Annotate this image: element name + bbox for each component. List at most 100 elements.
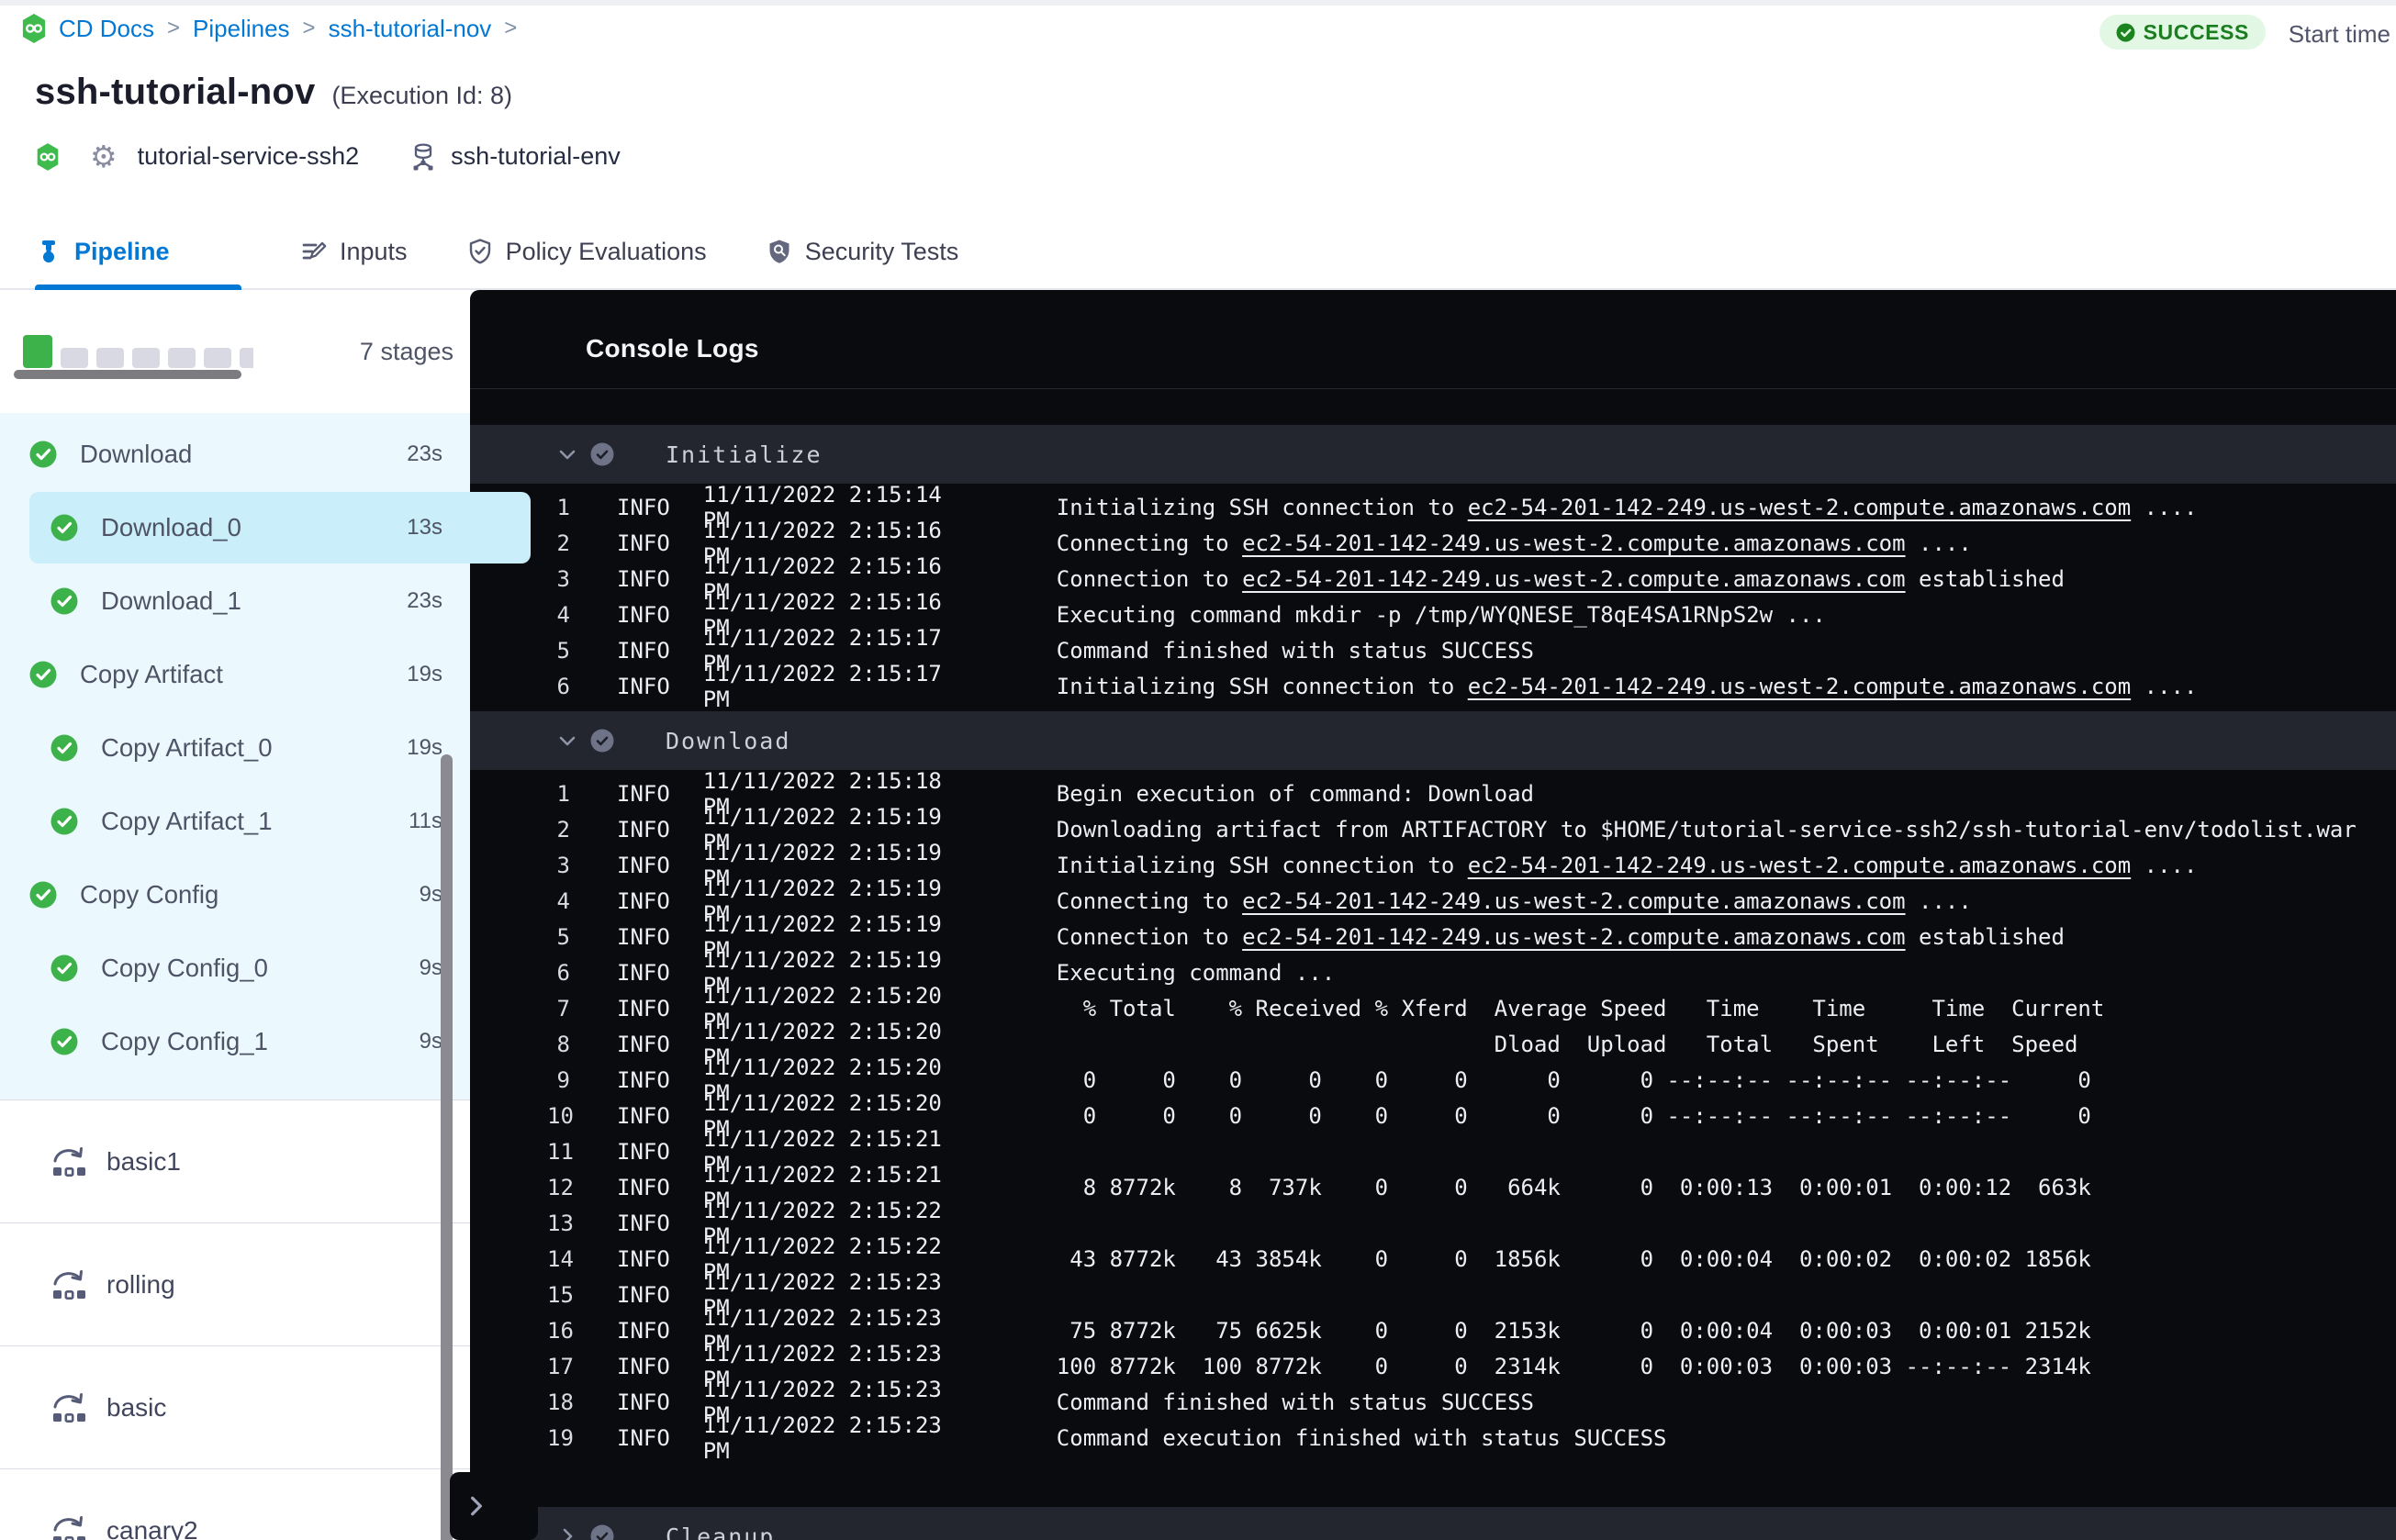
log-line-number: 2	[556, 816, 570, 843]
stage-progress-square-3[interactable]	[132, 348, 160, 368]
log-host-link[interactable]: ec2-54-201-142-249.us-west-2.compute.ama…	[1242, 924, 1905, 950]
log-line-number: 8	[556, 1031, 570, 1057]
log-message: Connecting to ec2-54-201-142-249.us-west…	[1056, 887, 1972, 914]
pipeline-item-basic[interactable]: basic	[0, 1345, 470, 1468]
log-message: Begin execution of command: Download	[1056, 780, 1534, 807]
stage-progress-strip[interactable]: 7 stages	[0, 290, 470, 413]
sidebar-scrollbar[interactable]	[441, 754, 453, 1540]
stage-label: Copy Artifact	[80, 660, 223, 688]
log-section-header-cleanup[interactable]: Cleanup	[470, 1507, 2396, 1540]
stage-row-copy-artifact-1[interactable]: Copy Artifact_1 11s	[0, 785, 470, 858]
stage-progress-square-2[interactable]	[96, 348, 124, 368]
stage-progress-squares[interactable]	[23, 335, 253, 368]
log-message: Initializing SSH connection to ec2-54-20…	[1056, 673, 2198, 699]
tab-policy-evaluations[interactable]: Policy Evaluations	[466, 215, 707, 288]
stage-label: Download	[80, 440, 193, 468]
stage-progress-square-1[interactable]	[61, 348, 88, 368]
console-expand-button[interactable]	[450, 1472, 538, 1540]
log-level: INFO	[617, 1174, 670, 1200]
log-message: Executing command ...	[1056, 959, 1336, 986]
log-line-number: 13	[547, 1210, 574, 1236]
progress-scrollbar[interactable]	[14, 370, 241, 379]
log-section-header-download[interactable]: Download	[470, 711, 2396, 770]
rollout-icon	[48, 1267, 90, 1303]
stage-row-download-0[interactable]: Download_0 13s	[0, 491, 531, 564]
log-host-link[interactable]: ec2-54-201-142-249.us-west-2.compute.ama…	[1468, 495, 2131, 520]
log-line-number: 3	[556, 852, 570, 878]
execution-sidebar: 7 stages Download 23s Download_0 13s Downloa…	[0, 290, 531, 1540]
tab-pipeline[interactable]: Pipeline	[35, 215, 241, 290]
stage-progress-square-4[interactable]	[168, 348, 196, 368]
log-host-link[interactable]: ec2-54-201-142-249.us-west-2.compute.ama…	[1468, 853, 2131, 878]
log-host-link[interactable]: ec2-54-201-142-249.us-west-2.compute.ama…	[1242, 888, 1905, 914]
log-line-number: 1	[556, 780, 570, 807]
shield-check-icon	[466, 238, 494, 265]
stage-duration: 19s	[407, 735, 442, 760]
breadcrumb-link-pipeline-name[interactable]: ssh-tutorial-nov	[329, 15, 492, 43]
log-message: 100 8772k 100 8772k 0 0 2314k 0 0:00:03 …	[1056, 1353, 2091, 1379]
stage-duration: 11s	[409, 809, 442, 833]
inputs-icon	[300, 238, 328, 265]
breadcrumb: CD Docs > Pipelines > ssh-tutorial-nov >	[20, 13, 519, 44]
tab-inputs[interactable]: Inputs	[300, 215, 408, 288]
service-name[interactable]: tutorial-service-ssh2	[138, 142, 360, 171]
pipeline-item-rolling[interactable]: rolling	[0, 1222, 470, 1345]
tab-label: Inputs	[340, 237, 408, 265]
log-level: INFO	[617, 494, 670, 520]
check-circle-icon	[50, 734, 78, 762]
breadcrumb-link-pipelines[interactable]: Pipelines	[193, 15, 290, 43]
log-message: Executing command mkdir -p /tmp/WYQNESE_…	[1056, 601, 1826, 628]
log-line-number: 10	[547, 1102, 574, 1129]
log-level: INFO	[617, 780, 670, 807]
stage-row-copy-config-1[interactable]: Copy Config_1 9s	[0, 1005, 470, 1078]
stage-progress-square-5[interactable]	[204, 348, 231, 368]
log-level: INFO	[617, 1210, 670, 1236]
tab-security-tests[interactable]: Security Tests	[766, 215, 959, 288]
stage-progress-square-0[interactable]	[23, 335, 52, 368]
pipeline-item-canary2[interactable]: canary2	[0, 1468, 470, 1540]
log-section-header-initialize[interactable]: Initialize	[470, 425, 2396, 484]
log-level: INFO	[617, 995, 670, 1021]
log-line-number: 1	[556, 494, 570, 520]
log-message: 43 8772k 43 3854k 0 0 1856k 0 0:00:04 0:…	[1056, 1245, 2091, 1272]
pipeline-item-basic1[interactable]: basic1	[0, 1099, 470, 1222]
log-level: INFO	[617, 601, 670, 628]
log-line-number: 2	[556, 530, 570, 556]
stage-row-copy-artifact-0[interactable]: Copy Artifact_0 19s	[0, 711, 470, 785]
log-host-link[interactable]: ec2-54-201-142-249.us-west-2.compute.ama…	[1242, 566, 1905, 592]
log-level: INFO	[617, 1424, 670, 1451]
stage-duration: 13s	[407, 515, 442, 540]
stage-progress-square-6[interactable]	[240, 348, 253, 368]
stage-row-copy-artifact[interactable]: Copy Artifact 19s	[0, 638, 470, 711]
stage-row-download-1[interactable]: Download_1 23s	[0, 564, 470, 638]
stage-row-download[interactable]: Download 23s	[0, 418, 470, 491]
breadcrumb-link-cd-docs[interactable]: CD Docs	[59, 15, 154, 43]
log-level: INFO	[617, 816, 670, 843]
pipeline-item-label: canary2	[106, 1515, 198, 1540]
console-log-panel: Console Logs Initialize 1 INFO 11/11/2022 2…	[470, 290, 2396, 1540]
stage-duration: 9s	[419, 1029, 442, 1054]
log-line: 6 INFO 11/11/2022 2:15:17 PM Initializing S…	[470, 661, 2396, 712]
log-section-title: Initialize	[666, 441, 823, 468]
log-level: INFO	[617, 852, 670, 878]
log-message: Downloading artifact from ARTIFACTORY to…	[1056, 816, 2357, 843]
check-circle-icon	[50, 1028, 78, 1055]
log-level: INFO	[617, 673, 670, 699]
log-level: INFO	[617, 565, 670, 592]
rollout-icon	[48, 1389, 90, 1426]
tab-label: Security Tests	[804, 237, 959, 265]
chevron-right-icon	[471, 1496, 482, 1516]
log-section-title: Cleanup	[666, 1523, 776, 1540]
log-message: Command execution finished with status S…	[1056, 1424, 1667, 1451]
stage-row-copy-config-0[interactable]: Copy Config_0 9s	[0, 932, 470, 1005]
stage-row-copy-config[interactable]: Copy Config 9s	[0, 858, 470, 932]
check-circle-icon	[50, 808, 78, 835]
log-message: 0 0 0 0 0 0 0 0 --:--:-- --:--:-- --:--:…	[1056, 1066, 2091, 1093]
log-line-number: 12	[547, 1174, 574, 1200]
log-line-number: 9	[556, 1066, 570, 1093]
log-section-title: Download	[666, 727, 791, 754]
environment-name[interactable]: ssh-tutorial-env	[451, 142, 621, 171]
log-host-link[interactable]: ec2-54-201-142-249.us-west-2.compute.ama…	[1242, 530, 1905, 556]
log-host-link[interactable]: ec2-54-201-142-249.us-west-2.compute.ama…	[1468, 674, 2131, 699]
breadcrumb-separator: >	[504, 16, 518, 40]
